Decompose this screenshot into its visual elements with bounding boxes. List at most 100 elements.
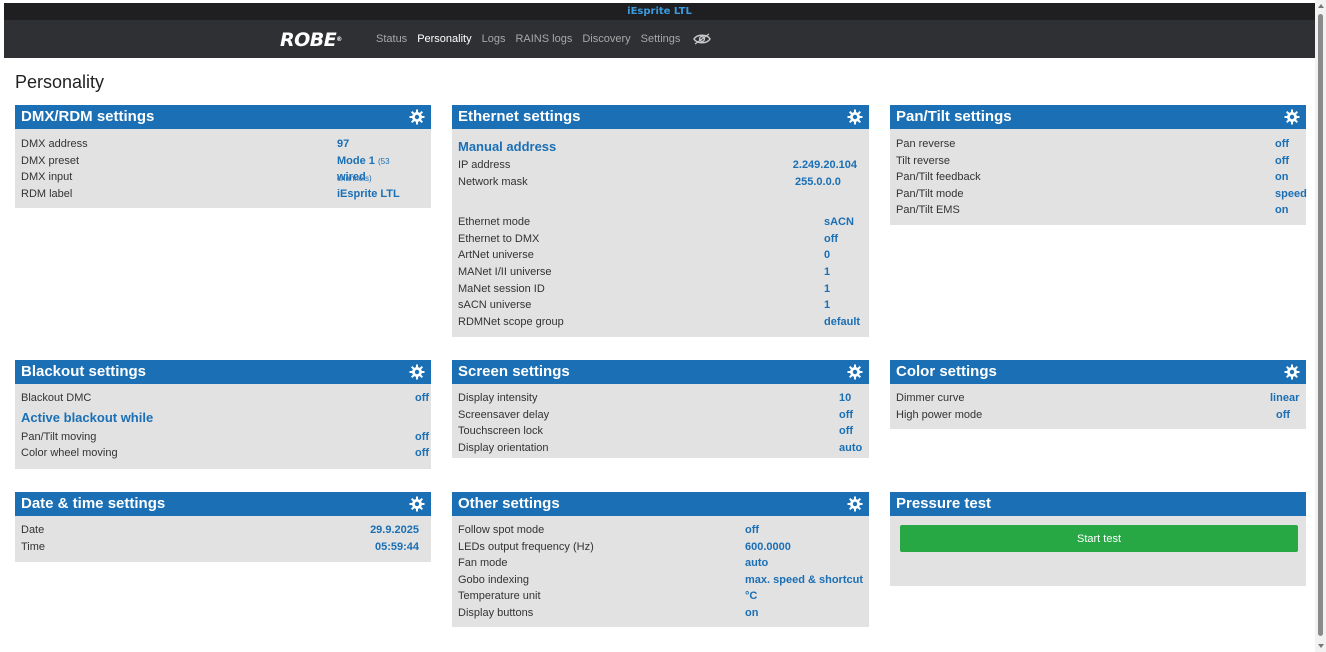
row-value[interactable]: auto bbox=[745, 555, 768, 572]
start-test-button[interactable]: Start test bbox=[900, 525, 1298, 552]
row-value[interactable]: 05:59:44 bbox=[375, 539, 419, 556]
row-value[interactable]: 1 bbox=[824, 264, 830, 281]
gear-icon[interactable] bbox=[409, 364, 425, 380]
row-blackout-dmc: Blackout DMC off bbox=[21, 390, 429, 407]
panel-body: Date 29.9.2025 Time 05:59:44 bbox=[15, 516, 431, 561]
row-manet-universe: MANet I/II universe 1 bbox=[458, 264, 863, 281]
nav-discovery[interactable]: Discovery bbox=[582, 32, 630, 46]
row-network-mask: Network mask 255.0.0.0 bbox=[458, 174, 863, 191]
row-label: Blackout DMC bbox=[21, 392, 92, 404]
gear-icon[interactable] bbox=[847, 364, 863, 380]
row-temperature-unit: Temperature unit °C bbox=[458, 588, 863, 605]
row-label: Pan/Tilt mode bbox=[896, 187, 964, 200]
eye-icon[interactable] bbox=[693, 33, 712, 45]
row-value[interactable]: off bbox=[839, 423, 853, 440]
row-value[interactable]: 2.249.20.104 bbox=[793, 157, 857, 174]
row-label: DMX preset bbox=[21, 154, 80, 167]
scroll-up-arrow[interactable] bbox=[1318, 4, 1324, 8]
panel-title: Date & time settings bbox=[21, 495, 166, 512]
row-value[interactable]: off bbox=[415, 445, 429, 462]
row-label: Dimmer curve bbox=[896, 392, 965, 404]
row-value[interactable]: off bbox=[839, 407, 853, 424]
row-value[interactable]: 1 bbox=[824, 281, 830, 298]
ethernet-panel: Ethernet settings Manual address IP addr… bbox=[452, 105, 869, 337]
panel-title: Pan/Tilt settings bbox=[896, 108, 1012, 125]
row-label: Display orientation bbox=[458, 441, 549, 454]
row-value[interactable]: iEsprite LTL bbox=[337, 186, 400, 203]
row-value[interactable]: 10 bbox=[839, 390, 851, 407]
row-label: sACN universe bbox=[458, 299, 532, 312]
row-value[interactable]: auto bbox=[839, 440, 862, 457]
panel-body: Follow spot mode off LEDs output frequenc… bbox=[452, 516, 869, 628]
gear-icon[interactable] bbox=[847, 109, 863, 125]
row-rdmnet-scope-group: RDMNet scope group default bbox=[458, 314, 863, 331]
row-value[interactable]: speed bbox=[1275, 186, 1307, 203]
row-value[interactable]: off bbox=[1275, 136, 1289, 153]
row-value[interactable]: off bbox=[1275, 153, 1289, 170]
scroll-thumb[interactable] bbox=[1318, 14, 1323, 636]
row-sacn-universe: sACN universe 1 bbox=[458, 297, 863, 314]
row-value[interactable]: on bbox=[1275, 202, 1288, 219]
row-dmx-address: DMX address 97 bbox=[21, 136, 425, 153]
row-label: Follow spot mode bbox=[458, 524, 545, 536]
gear-icon[interactable] bbox=[1284, 109, 1300, 125]
row-label: MaNet session ID bbox=[458, 282, 545, 295]
row-display-orientation: Display orientation auto bbox=[458, 440, 863, 457]
row-value[interactable]: off bbox=[824, 231, 838, 248]
row-rdm-label: RDM label iEsprite LTL bbox=[21, 186, 425, 203]
row-label: Pan/Tilt EMS bbox=[896, 204, 960, 217]
row-value[interactable]: default bbox=[824, 314, 860, 331]
panel-title: Screen settings bbox=[458, 363, 570, 380]
row-dimmer-curve: Dimmer curve linear bbox=[896, 390, 1300, 407]
row-value[interactable]: 0 bbox=[824, 247, 830, 264]
panel-body: Pan reverse off Tilt reverse off Pan/Tilt … bbox=[890, 129, 1307, 225]
gear-icon[interactable] bbox=[409, 109, 425, 125]
manual-address-heading: Manual address bbox=[458, 139, 557, 154]
gear-icon[interactable] bbox=[1284, 364, 1300, 380]
row-value[interactable]: 600.0000 bbox=[745, 539, 791, 556]
row-value[interactable]: on bbox=[1275, 169, 1288, 186]
nav-logs[interactable]: Logs bbox=[482, 32, 506, 46]
row-value[interactable]: off bbox=[745, 522, 759, 539]
row-value[interactable]: wired bbox=[337, 169, 366, 186]
row-value[interactable]: linear bbox=[1270, 390, 1299, 407]
row-value[interactable]: off bbox=[1276, 407, 1290, 424]
row-label: Network mask bbox=[458, 175, 528, 188]
row-value[interactable]: °C bbox=[745, 588, 757, 605]
gear-icon[interactable] bbox=[409, 496, 425, 512]
nav-rains-logs[interactable]: RAINS logs bbox=[515, 32, 572, 46]
robe-logo[interactable]: ROBE® bbox=[280, 29, 342, 51]
row-follow-spot-mode: Follow spot mode off bbox=[458, 522, 863, 539]
window-title: iEsprite LTL bbox=[4, 3, 1315, 20]
nav-settings[interactable]: Settings bbox=[641, 32, 681, 46]
row-label: DMX input bbox=[21, 171, 73, 184]
row-value[interactable]: max. speed & shortcut bbox=[745, 572, 863, 589]
panel-body: DMX address 97 DMX preset Mode 1 (53 chann… bbox=[15, 129, 431, 208]
row-display-buttons: Display buttons on bbox=[458, 605, 863, 622]
row-label: Screensaver delay bbox=[458, 408, 550, 421]
row-value[interactable]: off bbox=[415, 429, 429, 446]
nav-bar: ROBE® Status Personality Logs RAINS logs… bbox=[4, 20, 1315, 58]
row-color-wheel-moving: Color wheel moving off bbox=[21, 445, 429, 462]
row-label: Pan reverse bbox=[896, 138, 956, 150]
panel-title: DMX/RDM settings bbox=[21, 108, 155, 125]
row-value[interactable]: 29.9.2025 bbox=[370, 522, 419, 539]
row-value[interactable]: 97 bbox=[337, 136, 349, 153]
row-value[interactable]: 1 bbox=[824, 297, 830, 314]
row-value[interactable]: on bbox=[745, 605, 758, 622]
row-value[interactable]: 255.0.0.0 bbox=[795, 174, 841, 191]
scroll-down-arrow[interactable] bbox=[1318, 644, 1324, 648]
page-scrollbar[interactable] bbox=[1315, 0, 1326, 652]
row-value[interactable]: sACN bbox=[824, 214, 854, 231]
top-bar: iEsprite LTL ROBE® Status Personality Lo… bbox=[4, 3, 1315, 58]
nav-status[interactable]: Status bbox=[376, 32, 407, 46]
row-label: Ethernet mode bbox=[458, 216, 531, 229]
panel-body: Dimmer curve linear High power mode off bbox=[890, 384, 1306, 429]
gear-icon[interactable] bbox=[847, 496, 863, 512]
nav-personality[interactable]: Personality bbox=[417, 32, 471, 46]
row-label: MANet I/II universe bbox=[458, 265, 552, 278]
row-value[interactable]: off bbox=[415, 390, 429, 407]
panel-title: Pressure test bbox=[896, 495, 992, 512]
row-label: Gobo indexing bbox=[458, 573, 529, 586]
